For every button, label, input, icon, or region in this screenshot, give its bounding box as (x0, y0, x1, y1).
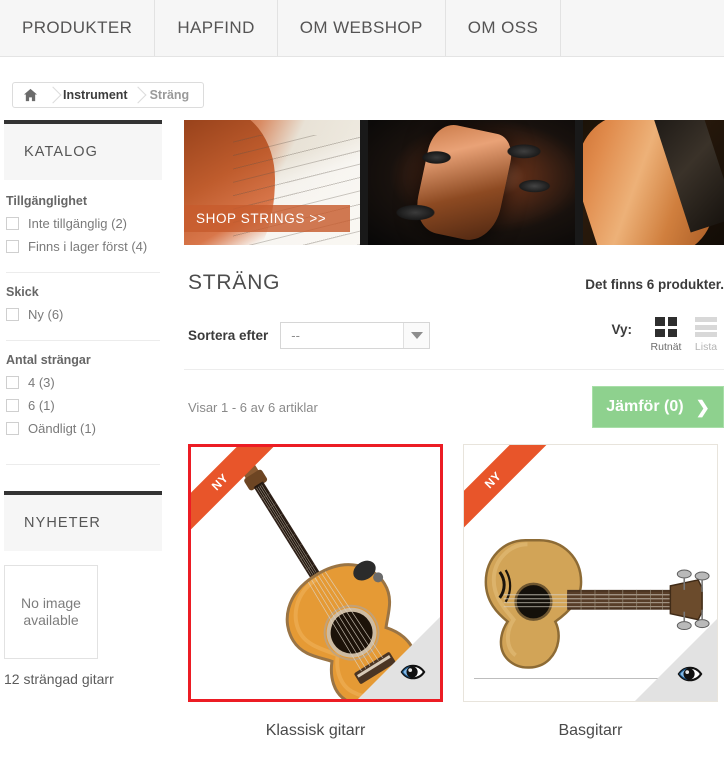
nav-item-produkter[interactable]: PRODUKTER (0, 0, 156, 56)
filter-list: Tillgänglighet Inte tillgänglig (2) Finn… (4, 180, 162, 454)
view-switcher: Vy: Rutnät Lista (611, 317, 724, 353)
product-count-text: Det finns 6 produkter. (585, 277, 724, 292)
filter-heading: Tillgänglighet (6, 194, 88, 208)
breadcrumb-wrapper: Instrument Sträng (0, 57, 724, 108)
filter-group-skick: Skick Ny (6) (6, 272, 160, 340)
nav-label: HAPFIND (177, 18, 255, 37)
checkbox-icon[interactable] (6, 376, 19, 389)
eye-icon[interactable] (677, 663, 703, 685)
filter-option-inte-tillganglig[interactable]: Inte tillgänglig (2) (6, 216, 160, 231)
news-item-name[interactable]: 12 strängad gitarr (4, 671, 162, 687)
filter-option-label: Finns i lager först (4) (28, 239, 148, 254)
filter-heading: Antal strängar (6, 353, 91, 367)
eye-icon[interactable] (400, 661, 426, 683)
banner-panel-violin-body (583, 120, 724, 245)
filter-option-label: 6 (1) (28, 398, 55, 413)
nyheter-block-title: NYHETER (4, 491, 162, 551)
sort-control: Sortera efter -- (188, 321, 431, 349)
page-title: STRÄNG (188, 271, 281, 294)
filter-option-label: Inte tillgänglig (2) (28, 216, 127, 231)
compare-button[interactable]: Jämför (0) ❯ (592, 386, 724, 428)
katalog-block-title: KATALOG (4, 120, 162, 180)
product-name[interactable]: Klassisk gitarr (188, 722, 443, 740)
checkbox-icon[interactable] (6, 217, 19, 230)
product-thumbnail[interactable]: NY (463, 444, 718, 702)
filter-group-tillganglighet: Tillgänglighet Inte tillgänglig (2) Finn… (6, 194, 160, 272)
filter-option-4[interactable]: 4 (3) (6, 375, 160, 390)
sidebar-divider (6, 464, 160, 465)
shop-strings-cta[interactable]: SHOP STRINGS >> (184, 205, 351, 232)
showing-count-text: Visar 1 - 6 av 6 artiklar (188, 399, 318, 415)
nav-filler (561, 0, 724, 56)
chevron-down-icon[interactable] (403, 322, 430, 348)
sort-label: Sortera efter (188, 327, 269, 343)
breadcrumb-item-strang: Sträng (149, 88, 190, 102)
filter-option-finns-i-lager[interactable]: Finns i lager först (4) (6, 239, 160, 254)
banner-panel-tuning-pegs (367, 120, 576, 245)
category-header: STRÄNG Det finns 6 produkter. (184, 245, 724, 295)
sidebar: KATALOG Tillgänglighet Inte tillgänglig … (0, 120, 162, 740)
nav-item-om-webshop[interactable]: OM WEBSHOP (277, 0, 446, 56)
view-option-caption: Rutnät (650, 341, 682, 353)
nav-label: OM WEBSHOP (299, 18, 423, 37)
checkbox-icon[interactable] (6, 399, 19, 412)
filter-option-6[interactable]: 6 (1) (6, 398, 160, 413)
checkbox-icon[interactable] (6, 422, 19, 435)
nav-item-hapfind[interactable]: HAPFIND (155, 0, 278, 56)
filter-option-label: Ny (6) (28, 307, 64, 322)
results-bar: Visar 1 - 6 av 6 artiklar Jämför (0) ❯ (184, 370, 724, 444)
list-icon (695, 317, 717, 337)
filter-option-label: Oändligt (1) (28, 421, 96, 436)
category-banner[interactable]: SHOP STRINGS >> (184, 120, 724, 245)
sort-and-view-bar: Sortera efter -- Vy: Rutnät Lista (184, 295, 724, 370)
view-option-caption: Lista (694, 341, 718, 353)
checkbox-icon[interactable] (6, 240, 19, 253)
product-thumbnail[interactable]: NY (188, 444, 443, 702)
corner-triangle (358, 617, 440, 699)
product-name[interactable]: Basgitarr (463, 722, 718, 740)
filter-option-oandligt[interactable]: Oändligt (1) (6, 421, 160, 436)
breadcrumb: Instrument Sträng (12, 82, 205, 108)
view-option-list[interactable]: Lista (688, 317, 724, 353)
corner-triangle (635, 619, 717, 701)
checkbox-icon[interactable] (6, 308, 19, 321)
view-label: Vy: (611, 322, 632, 337)
nav-item-om-oss[interactable]: OM OSS (445, 0, 562, 56)
product-card-klassisk-gitarr: NY Klassisk gitarr (188, 444, 443, 740)
product-grid: NY Klassisk gitarr NY Basgitarr (184, 444, 724, 740)
chevron-right-icon: ❯ (695, 397, 710, 417)
grid-icon (655, 317, 677, 337)
news-list-item: No image available 12 strängad gitarr (4, 551, 162, 687)
view-option-grid[interactable]: Rutnät (648, 317, 684, 353)
filter-option-ny[interactable]: Ny (6) (6, 307, 160, 322)
nav-label: OM OSS (467, 18, 539, 37)
breadcrumb-separator-icon (132, 83, 148, 107)
main-content: SHOP STRINGS >> STRÄNG Det finns 6 produ… (162, 120, 724, 740)
sort-select[interactable]: -- (280, 321, 431, 349)
filter-heading: Skick (6, 285, 39, 299)
home-icon[interactable] (13, 83, 47, 107)
page-body: KATALOG Tillgänglighet Inte tillgänglig … (0, 108, 724, 740)
compare-button-label: Jämför (0) (606, 398, 684, 415)
nav-label: PRODUKTER (22, 18, 133, 37)
news-thumbnail-placeholder[interactable]: No image available (4, 565, 98, 659)
filter-group-antal-strangar: Antal strängar 4 (3) 6 (1) Oändligt (1) (6, 340, 160, 454)
product-card-basgitarr: NY Basgitarr (463, 444, 718, 740)
main-navigation: PRODUKTER HAPFIND OM WEBSHOP OM OSS (0, 0, 724, 57)
no-image-text: No image available (21, 594, 81, 629)
breadcrumb-item-instrument[interactable]: Instrument (63, 83, 132, 107)
filter-option-label: 4 (3) (28, 375, 55, 390)
sort-select-value: -- (291, 327, 300, 343)
breadcrumb-separator-icon (47, 83, 63, 107)
